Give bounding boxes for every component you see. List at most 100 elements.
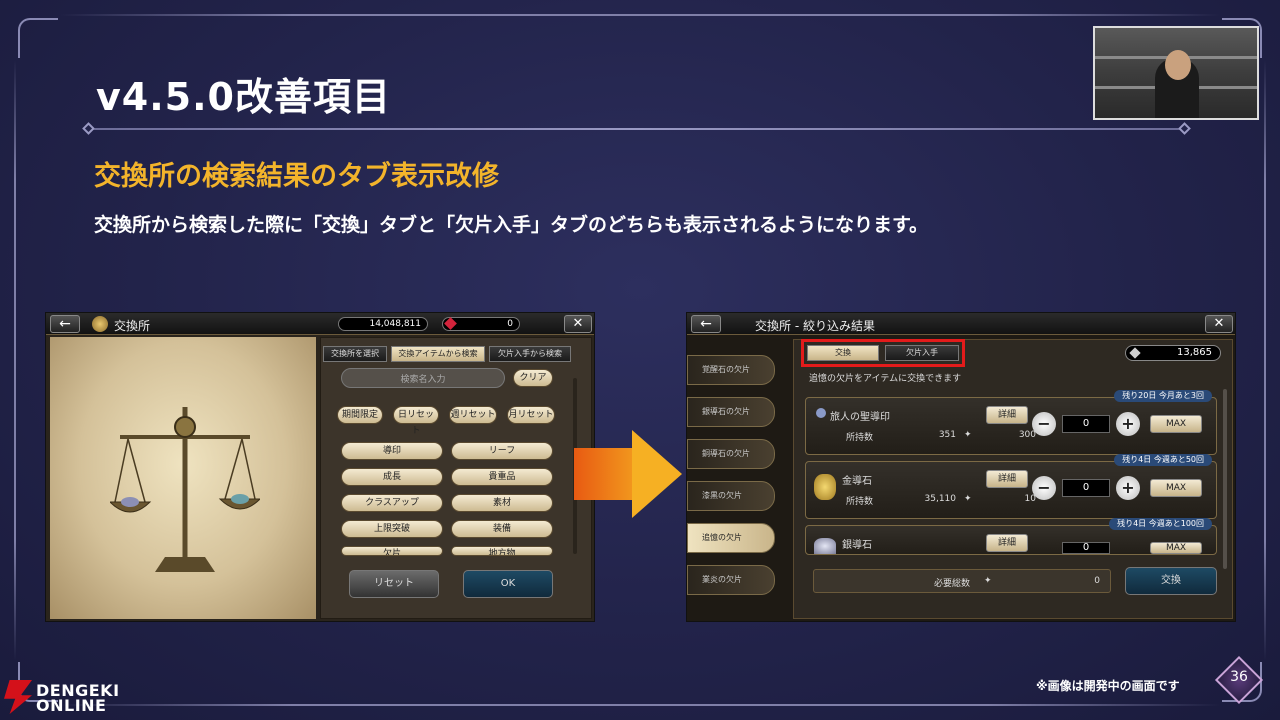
filter-weekly[interactable]: 週リセット (449, 406, 497, 424)
sidebar-item-bronze-fragment[interactable]: 銅導石の欠片 (687, 439, 775, 469)
info-text: 追憶の欠片をアイテムに交換できます (809, 374, 962, 384)
tab-search-by-fragment[interactable]: 欠片入手から検索 (489, 346, 571, 362)
detail-button[interactable]: 詳細 (986, 406, 1028, 424)
screen-title: 交換所 - 絞り込み結果 (755, 319, 875, 333)
cost-value: 300 (1018, 430, 1036, 440)
category-leaf[interactable]: リーフ (451, 442, 553, 460)
cost-icon: ✦ (964, 430, 972, 440)
quantity-value: 0 (1062, 479, 1110, 497)
max-button[interactable]: MAX (1150, 415, 1202, 433)
category-seal[interactable]: 導印 (341, 442, 443, 460)
screen-header: ← 交換所 14,048,811 0 ✕ (46, 313, 594, 335)
limit-badge: 残り20日 今月あと3回 (1114, 390, 1212, 402)
divider-diamond-icon (82, 122, 95, 135)
sidebar-item-flame-fragment[interactable]: 業炎の欠片 (687, 565, 775, 595)
owned-count: 35,110 (924, 494, 957, 504)
detail-button[interactable]: 詳細 (986, 534, 1028, 552)
presenter-head (1165, 50, 1191, 80)
tab-fragment-acquire[interactable]: 欠片入手 (885, 345, 959, 361)
slide-frame-top (60, 14, 1220, 16)
exchange-screen-after: ← 交換所 - 絞り込み結果 ✕ 覚醒石の欠片 銀導石の欠片 銅導石の欠片 漆黒… (686, 312, 1236, 622)
minus-button[interactable]: − (1032, 476, 1056, 500)
plus-button[interactable]: + (1116, 476, 1140, 500)
slide-frame-bottom (60, 704, 1220, 706)
category-fragments[interactable]: 欠片 (341, 546, 443, 556)
limit-badge: 残り4日 今週あと100回 (1109, 518, 1212, 530)
item-name: 銀導石 (842, 540, 872, 551)
screen-header: ← 交換所 - 絞り込み結果 ✕ (687, 313, 1235, 335)
sidebar-item-awakening-fragment[interactable]: 覚醒石の欠片 (687, 355, 775, 385)
gold-stone-icon (814, 474, 836, 500)
category-materials[interactable]: 素材 (451, 494, 553, 512)
sidebar-item-silver-fragment[interactable]: 銀導石の欠片 (687, 397, 775, 427)
quantity-value: 0 (1062, 415, 1110, 433)
tab-select-exchange[interactable]: 交換所を選択 (323, 346, 387, 362)
gold-currency: 14,048,811 (338, 317, 428, 331)
fragment-currency-icon: ✦ (984, 576, 992, 586)
slide-title: v4.5.0改善項目 (96, 75, 391, 119)
minus-button[interactable]: − (1032, 412, 1056, 436)
scales-illustration-panel (50, 337, 316, 619)
max-button[interactable]: MAX (1150, 542, 1202, 554)
page-number: 36 (1230, 669, 1248, 685)
owned-label: 所持数 (846, 433, 874, 443)
item-name: 金導石 (842, 476, 872, 487)
category-valuables[interactable]: 貴重品 (451, 468, 553, 486)
search-filter-panel: 交換所を選択 交換アイテムから検索 欠片入手から検索 検索名入力 クリア 期間限… (320, 337, 592, 619)
list-item: 残り4日 今週あと50回 金導石 所持数 35,110 ✦ 10 詳細 − 0 … (805, 454, 1217, 519)
list-item: 残り20日 今月あと3回 旅人の聖導印 所持数 351 ✦ 300 詳細 − 0… (805, 390, 1217, 455)
list-item: 残り4日 今週あと100回 銀導石 詳細 0 MAX (805, 518, 1217, 555)
category-growth[interactable]: 成長 (341, 468, 443, 486)
logo-text: DENGEKI ONLINE (36, 683, 120, 715)
category-equipment[interactable]: 装備 (451, 520, 553, 538)
exchange-button[interactable]: 交換 (1125, 567, 1217, 595)
reset-button[interactable]: リセット (349, 570, 439, 598)
footer-note: ※画像は開発中の画面です (1036, 679, 1180, 693)
section-subtitle: 交換所の検索結果のタブ表示改修 (94, 161, 499, 192)
back-arrow-icon[interactable]: ← (50, 315, 80, 333)
divider-diamond-icon (1178, 122, 1191, 135)
title-divider (86, 128, 1186, 130)
ok-button[interactable]: OK (463, 570, 553, 598)
quantity-value: 0 (1062, 542, 1110, 554)
total-label: 必要総数 (934, 579, 971, 589)
logo-line-2: ONLINE (36, 696, 107, 715)
cost-icon: ✦ (964, 494, 972, 504)
tab-exchange[interactable]: 交換 (807, 345, 879, 361)
presenter-webcam (1093, 26, 1259, 120)
seal-icon (816, 408, 826, 418)
item-name: 旅人の聖導印 (830, 412, 890, 423)
clear-button[interactable]: クリア (513, 369, 553, 387)
back-arrow-icon[interactable]: ← (691, 315, 721, 333)
slide-frame-right (1264, 60, 1266, 660)
cost-value: 10 (1024, 494, 1036, 504)
slide-frame-left (14, 60, 16, 660)
silver-stone-icon (814, 538, 836, 554)
owned-count: 351 (938, 430, 956, 440)
search-input[interactable]: 検索名入力 (341, 368, 505, 388)
corner-ornament-icon (18, 18, 58, 58)
arrow-right-icon (632, 430, 682, 518)
filter-limited[interactable]: 期間限定 (337, 406, 383, 424)
screen-title: 交換所 (114, 319, 151, 333)
scrollbar[interactable] (1223, 389, 1227, 569)
close-icon[interactable]: ✕ (1205, 315, 1233, 333)
category-class-up[interactable]: クラスアップ (341, 494, 443, 512)
close-icon[interactable]: ✕ (564, 315, 592, 333)
tab-search-by-item[interactable]: 交換アイテムから検索 (391, 346, 485, 362)
max-button[interactable]: MAX (1150, 479, 1202, 497)
exchange-screen-before: ← 交換所 14,048,811 0 ✕ 交換所を選択 交換アイテムから検索 欠… (45, 312, 595, 622)
detail-button[interactable]: 詳細 (986, 470, 1028, 488)
total-value: 0 (1094, 576, 1100, 586)
sidebar-item-memory-fragment[interactable]: 追憶の欠片 (687, 523, 775, 553)
owned-label: 所持数 (846, 497, 874, 507)
filter-monthly[interactable]: 月リセット (507, 406, 555, 424)
search-placeholder: 検索名入力 (400, 375, 446, 385)
plus-button[interactable]: + (1116, 412, 1140, 436)
category-local-items[interactable]: 地方物 (451, 546, 553, 556)
category-limit-break[interactable]: 上限突破 (341, 520, 443, 538)
filter-daily[interactable]: 日リセット (393, 406, 439, 436)
balance-scale-icon (110, 407, 260, 572)
sidebar-item-jet-fragment[interactable]: 漆黒の欠片 (687, 481, 775, 511)
section-description: 交換所から検索した際に「交換」タブと「欠片入手」タブのどちらも表示されるようにな… (94, 214, 929, 236)
